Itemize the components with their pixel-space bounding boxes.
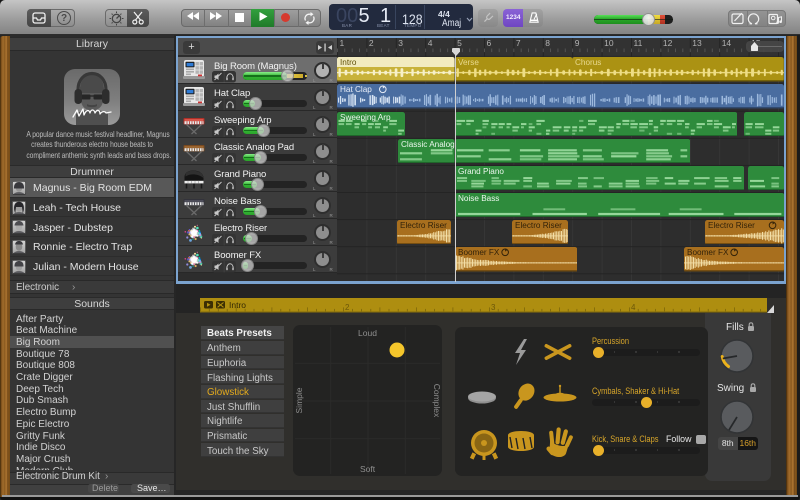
svg-text:8: 8	[545, 38, 550, 48]
svg-text:Intro: Intro	[340, 58, 357, 67]
svg-text:Noise Bass: Noise Bass	[458, 194, 499, 203]
svg-text:7: 7	[516, 38, 521, 48]
svg-text:4: 4	[631, 303, 636, 312]
svg-text:Boomer FX: Boomer FX	[687, 248, 729, 257]
svg-text:Electro Riser: Electro Riser	[708, 221, 755, 230]
svg-text:Electro Riser: Electro Riser	[515, 221, 562, 230]
svg-text:13: 13	[692, 38, 702, 48]
svg-text:10: 10	[604, 38, 614, 48]
svg-text:14: 14	[722, 38, 732, 48]
svg-text:2: 2	[345, 303, 350, 312]
svg-text:Soft: Soft	[360, 464, 376, 474]
svg-text:12: 12	[663, 38, 673, 48]
svg-text:Sweeping Arp: Sweeping Arp	[340, 113, 391, 122]
svg-text:11: 11	[634, 38, 643, 48]
svg-text:Intro: Intro	[229, 300, 246, 310]
svg-text:3: 3	[398, 38, 403, 48]
svg-text:Grand Piano: Grand Piano	[458, 167, 504, 176]
svg-text:Electro Riser: Electro Riser	[400, 221, 447, 230]
svg-text:4: 4	[428, 38, 433, 48]
svg-text:Simple: Simple	[294, 387, 304, 413]
svg-text:9: 9	[575, 38, 580, 48]
svg-text:Hat Clap: Hat Clap	[340, 85, 372, 94]
svg-text:Classic Analog Pad: Classic Analog Pad	[401, 140, 455, 149]
svg-text:Chorus: Chorus	[575, 58, 601, 67]
svg-text:Verse: Verse	[458, 58, 479, 67]
svg-text:3: 3	[491, 303, 496, 312]
svg-text:1: 1	[340, 38, 345, 48]
svg-text:6: 6	[487, 38, 492, 48]
svg-text:Loud: Loud	[358, 328, 377, 338]
svg-text:Boomer FX: Boomer FX	[458, 248, 500, 257]
svg-text:Complex: Complex	[432, 384, 442, 418]
svg-text:5: 5	[457, 38, 462, 48]
svg-text:2: 2	[369, 38, 374, 48]
